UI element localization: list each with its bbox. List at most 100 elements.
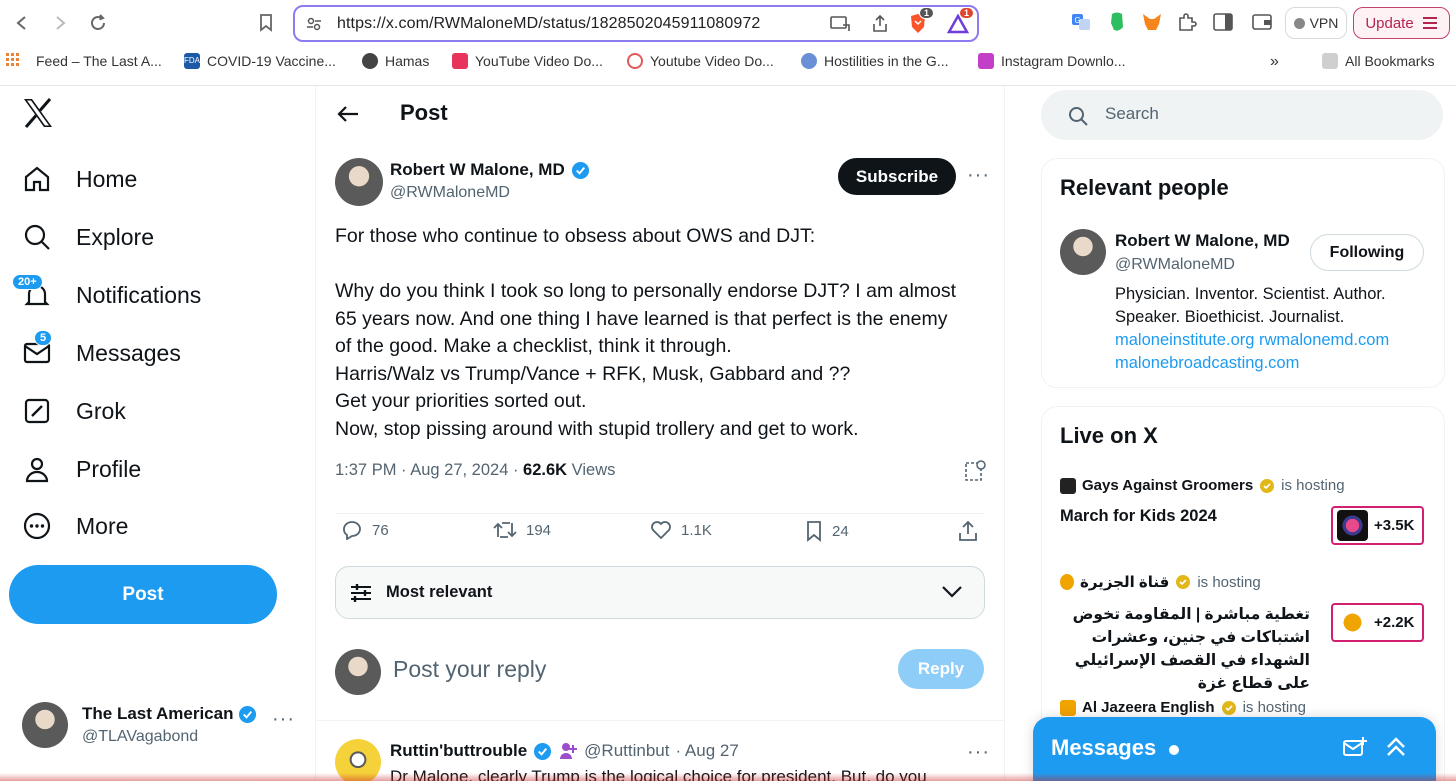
rewards-count-badge: 1: [959, 7, 975, 19]
right-sidebar: Search Relevant people Robert W Malone, …: [1006, 86, 1456, 781]
site-settings-icon[interactable]: [303, 13, 325, 35]
bookmark-page-icon[interactable]: [252, 9, 280, 37]
space-listeners-chip[interactable]: +3.5K: [1331, 506, 1424, 545]
account-more-icon[interactable]: ···: [272, 708, 295, 731]
nav-label: Messages: [76, 339, 181, 366]
home-icon: [22, 164, 52, 194]
nav-profile[interactable]: Profile: [22, 454, 141, 484]
nav-label: More: [76, 512, 129, 539]
author-avatar[interactable]: [335, 158, 383, 206]
relevant-handle: @RWMaloneMD: [1115, 256, 1235, 273]
bookmark-label: YouTube Video Do...: [475, 53, 603, 69]
reload-icon[interactable]: [84, 9, 112, 37]
wallet-icon[interactable]: [1250, 10, 1274, 34]
unread-dot: [1169, 745, 1179, 755]
bookmark-item[interactable]: Feed – The Last A...: [36, 53, 162, 69]
all-bookmarks-label: All Bookmarks: [1345, 53, 1435, 69]
space-title: March for Kids 2024: [1060, 507, 1217, 525]
verified-badge-icon: [571, 161, 589, 179]
like-action[interactable]: 1.1K: [650, 520, 712, 540]
bookmark-action[interactable]: 24: [805, 520, 849, 542]
post-timestamp[interactable]: 1:37 PM · Aug 27, 2024 ·: [335, 461, 523, 479]
reply-action[interactable]: 76: [341, 520, 389, 540]
nav-notifications[interactable]: 20+ Notifications: [12, 274, 201, 310]
reply-author-handle: @Ruttinbut: [584, 741, 670, 760]
bookmark-item[interactable]: Hostilities in the G...: [801, 53, 949, 69]
nav-explore[interactable]: Explore: [22, 222, 154, 252]
bio-link[interactable]: malonebroadcasting.com: [1115, 354, 1299, 372]
following-button[interactable]: Following: [1310, 234, 1424, 271]
reply-more-icon[interactable]: ···: [967, 741, 990, 764]
evernote-extension-icon[interactable]: [1105, 10, 1129, 34]
author-name[interactable]: Robert W Malone, MD: [390, 160, 565, 180]
author-handle[interactable]: @RWMaloneMD: [390, 184, 510, 202]
reply-date: · Aug 27: [675, 741, 739, 760]
views-label: Views: [567, 461, 616, 479]
forward-nav-icon[interactable]: [46, 9, 74, 37]
extensions-puzzle-icon[interactable]: [1175, 10, 1199, 34]
back-nav-icon[interactable]: [8, 9, 36, 37]
video-progress-overlay: [0, 773, 1456, 781]
bookmark-label: Feed – The Last A...: [36, 53, 162, 69]
bookmark-item[interactable]: Instagram Downlo...: [978, 53, 1126, 69]
host-avatar-icon: [1060, 477, 1076, 494]
all-bookmarks-folder[interactable]: All Bookmarks: [1322, 53, 1434, 69]
reply-input[interactable]: Post your reply: [393, 656, 546, 683]
cast-icon[interactable]: [829, 13, 851, 35]
section-title: Live on X: [1060, 423, 1158, 448]
space-icon: [1337, 607, 1368, 638]
post-more-icon[interactable]: ···: [967, 164, 990, 187]
account-switcher[interactable]: The Last American @TLAVagabond ···: [22, 702, 302, 752]
translate-extension-icon[interactable]: G: [1069, 10, 1093, 34]
host-avatar-icon: [1060, 574, 1074, 590]
reply-count: 76: [372, 521, 389, 539]
reply-sort-dropdown[interactable]: Most relevant: [335, 566, 985, 619]
bookmark-item[interactable]: Hamas: [362, 53, 429, 69]
relevant-avatar[interactable]: [1060, 229, 1106, 275]
share-icon[interactable]: [869, 13, 891, 35]
reply-item[interactable]: Ruttin'buttrouble @Ruttinbut · Aug 27 ··…: [317, 720, 1005, 781]
nav-more[interactable]: More: [22, 511, 128, 541]
relevant-name[interactable]: Robert W Malone, MD: [1115, 231, 1290, 251]
repost-action[interactable]: 194: [493, 520, 551, 540]
bio-link[interactable]: maloneinstitute.org: [1115, 331, 1254, 349]
post-button[interactable]: Post: [9, 565, 277, 624]
back-arrow-icon[interactable]: [337, 102, 359, 130]
nav-messages[interactable]: 5 Messages: [22, 330, 181, 368]
reply-button[interactable]: Reply: [898, 649, 984, 689]
listener-count: +2.2K: [1374, 614, 1415, 631]
update-button[interactable]: Update: [1353, 7, 1450, 39]
bookmark-item[interactable]: FDA COVID-19 Vaccine...: [184, 53, 336, 69]
envelope-icon: 5: [22, 330, 53, 368]
nav-home[interactable]: Home: [22, 164, 137, 194]
metamask-extension-icon[interactable]: [1140, 10, 1164, 34]
space-listeners-chip[interactable]: +2.2K: [1331, 603, 1424, 642]
sidebar-toggle-icon[interactable]: [1211, 10, 1235, 34]
messages-drawer[interactable]: Messages: [1033, 717, 1436, 781]
reply-author-name[interactable]: Ruttin'buttrouble: [390, 741, 527, 761]
brave-rewards-icon[interactable]: 1: [947, 7, 975, 35]
x-logo-icon[interactable]: [22, 98, 54, 137]
vpn-button[interactable]: VPN: [1285, 7, 1347, 39]
share-action[interactable]: [957, 520, 979, 542]
address-bar[interactable]: https://x.com/RWMaloneMD/status/18285020…: [293, 5, 979, 42]
grok-analyze-icon[interactable]: [965, 460, 987, 487]
browser-chrome: https://x.com/RWMaloneMD/status/18285020…: [0, 0, 1456, 86]
subscribe-button[interactable]: Subscribe: [838, 158, 956, 195]
brave-shields-icon[interactable]: 1: [907, 7, 935, 35]
search-input[interactable]: Search: [1041, 90, 1443, 140]
apps-grid-icon[interactable]: [6, 53, 20, 67]
person-icon: [22, 454, 52, 484]
bio-link[interactable]: rwmalonemd.com: [1259, 331, 1389, 349]
more-bookmarks-chevron-icon[interactable]: »: [1270, 53, 1279, 71]
new-message-icon[interactable]: [1343, 737, 1367, 759]
host-name: Gays Against Groomers: [1082, 477, 1254, 494]
bookmark-item[interactable]: Youtube Video Do...: [627, 53, 774, 69]
account-name: The Last American: [82, 704, 234, 723]
bookmark-item[interactable]: YouTube Video Do...: [452, 53, 603, 69]
bookmark-label: Instagram Downlo...: [1001, 53, 1126, 69]
post-actions: 76 194 1.1K 24: [335, 513, 985, 543]
nav-grok[interactable]: Grok: [22, 396, 126, 426]
chevron-double-up-icon[interactable]: [1385, 736, 1407, 758]
host-name: قناة الجزيرة: [1080, 574, 1170, 591]
